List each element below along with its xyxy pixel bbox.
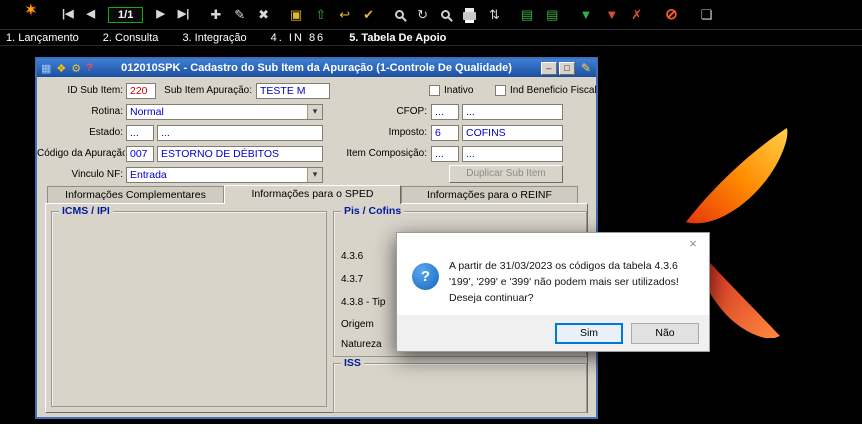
toolbar-export-grid-button[interactable]: ▤: [521, 8, 533, 21]
cfop-code-field[interactable]: ...: [431, 104, 459, 120]
icms-ipi-group-title: ICMS / IPI: [59, 205, 113, 217]
duplicar-sub-item-button: Duplicar Sub Item: [449, 165, 563, 183]
toolbar-print-button[interactable]: [462, 7, 476, 23]
toolbar-sort-button[interactable]: ⇅: [489, 8, 500, 21]
icms-ipi-group: [51, 211, 327, 407]
rotina-select[interactable]: Normal: [126, 104, 323, 120]
imposto-label: Imposto:: [388, 127, 427, 138]
dialog-message: A partir de 31/03/2023 os códigos da tab…: [449, 260, 679, 304]
preview-icon: [440, 10, 450, 19]
toolbar-refresh-button[interactable]: ↻: [417, 8, 428, 21]
id-sub-item-label: ID Sub Item:: [67, 85, 123, 96]
window-titlebar[interactable]: ▦ ❖ ⚙ ? 012010SPK - Cadastro do Sub Item…: [37, 59, 596, 77]
imposto-code-field[interactable]: 6: [431, 125, 459, 141]
pis-row-437-label: 4.3.7: [341, 274, 364, 285]
estado-code-field[interactable]: ...: [126, 125, 154, 141]
rotina-value: Normal: [130, 106, 164, 118]
id-sub-item-field[interactable]: 220: [126, 83, 156, 99]
imposto-desc-field[interactable]: COFINS: [462, 125, 563, 141]
edit-mode-icon[interactable]: ✎: [581, 61, 591, 75]
toolbar-exit-button[interactable]: ⊘: [665, 7, 678, 22]
app-logo-icon: ✶: [24, 2, 38, 19]
codigo-apuracao-desc-field[interactable]: ESTORNO DE DÉBITOS: [157, 146, 323, 162]
tab-informacoes-reinf[interactable]: Informações para o REINF: [401, 186, 578, 203]
toolbar-clear-filter-button[interactable]: ▼: [605, 8, 618, 21]
menu-bar: 1. Lançamento 2. Consulta 3. Integração …: [0, 30, 862, 46]
toolbar-add-button[interactable]: ✚: [210, 8, 221, 21]
item-composicao-code-field[interactable]: ...: [431, 146, 459, 162]
toolbar-post-button[interactable]: ⇧: [315, 8, 326, 21]
tab-informacoes-sped[interactable]: Informações para o SPED: [224, 185, 401, 204]
iss-group-title: ISS: [341, 357, 364, 369]
menu-item-lancamento[interactable]: 1. Lançamento: [6, 32, 79, 44]
estado-desc-field[interactable]: ...: [157, 125, 323, 141]
codigo-apuracao-label: Código da Apuração:: [37, 148, 125, 159]
window-controls: – □ ✎: [539, 61, 596, 75]
bottom-strip: [0, 424, 862, 432]
toolbar-first-record-button[interactable]: |◀: [62, 9, 74, 20]
toolbar-search-button[interactable]: [395, 10, 405, 19]
sub-item-apuracao-field[interactable]: TESTE M: [256, 83, 330, 99]
question-icon: ?: [412, 263, 439, 290]
toolbar-preview-button[interactable]: [440, 10, 450, 19]
toolbar-delete-button[interactable]: ✖: [258, 8, 269, 21]
codigo-apuracao-code-field[interactable]: 007: [126, 146, 154, 162]
item-composicao-label: Item Composição:: [346, 148, 427, 159]
vinculo-nf-value: Entrada: [130, 169, 167, 181]
pis-row-436-label: 4.3.6: [341, 251, 364, 262]
toolbar: ✶ |◀ ◀ 1/1 ▶ ▶| ✚ ✎ ✖ ▣ ⇧ ↩ ✔ ↻ ⇅ ▤ ▤ ▼ …: [0, 0, 862, 30]
toolbar-filter-button[interactable]: ▼: [579, 8, 592, 21]
pis-row-natureza-label: Natureza: [341, 339, 382, 350]
toolbar-clear-button[interactable]: ✗: [631, 8, 642, 21]
titlebar-icons: ▦ ❖ ⚙ ?: [37, 62, 93, 75]
inativo-label: Inativo: [444, 85, 474, 96]
grid-icon: ▦: [41, 62, 52, 75]
toolbar-export-sheet-button[interactable]: ▤: [546, 8, 558, 21]
toolbar-edit-button[interactable]: ✎: [234, 8, 245, 21]
menu-item-consulta[interactable]: 2. Consulta: [103, 32, 159, 44]
star-icon: ❖: [56, 62, 67, 75]
menu-item-integracao[interactable]: 3. Integração: [182, 32, 246, 44]
menu-item-in86[interactable]: 4. IN 86: [271, 32, 326, 44]
tab-informacoes-complementares[interactable]: Informações Complementares: [47, 186, 224, 203]
rotina-label: Rotina:: [91, 106, 123, 117]
pis-row-origem-label: Origem: [341, 319, 374, 330]
confirmation-dialog: × ? A partir de 31/03/2023 os códigos da…: [396, 232, 710, 352]
sim-button[interactable]: Sim: [555, 322, 623, 344]
vinculo-nf-label: Vinculo NF:: [71, 169, 123, 180]
sub-item-apuracao-label: Sub Item Apuração:: [164, 85, 252, 96]
printer-icon: [462, 7, 476, 23]
gear-icon[interactable]: ⚙: [71, 62, 81, 75]
nao-button[interactable]: Não: [631, 322, 699, 344]
estado-label: Estado:: [89, 127, 123, 138]
iss-group: [333, 363, 587, 413]
pis-cofins-group-title: Pis / Cofins: [341, 205, 405, 217]
toolbar-last-record-button[interactable]: ▶|: [178, 9, 190, 20]
search-icon: [395, 10, 405, 19]
toolbar-next-record-button[interactable]: ▶: [156, 9, 164, 20]
cfop-label: CFOP:: [396, 106, 427, 117]
cfop-desc-field[interactable]: ...: [462, 104, 563, 120]
toolbar-prev-record-button[interactable]: ◀: [87, 9, 95, 20]
ind-beneficio-fiscal-label: Ind Beneficio Fiscal: [510, 85, 597, 96]
dialog-close-icon[interactable]: ×: [679, 235, 707, 254]
record-counter: 1/1: [108, 6, 144, 23]
dialog-footer: Sim Não: [397, 315, 709, 351]
item-composicao-desc-field[interactable]: ...: [462, 146, 563, 162]
maximize-button[interactable]: □: [558, 61, 575, 75]
pis-row-438-label: 4.3.8 - Tip: [341, 297, 386, 308]
toolbar-save-button[interactable]: ▣: [290, 8, 302, 21]
minimize-button[interactable]: –: [540, 61, 557, 75]
window-title: 012010SPK - Cadastro do Sub Item da Apur…: [121, 62, 512, 74]
inativo-checkbox[interactable]: [429, 85, 440, 96]
toolbar-confirm-button[interactable]: ✔: [363, 8, 374, 21]
toolbar-window-button[interactable]: ❏: [701, 8, 713, 21]
menu-item-tabela-de-apoio[interactable]: 5. Tabela De Apoio: [349, 32, 446, 44]
ind-beneficio-fiscal-checkbox[interactable]: [495, 85, 506, 96]
help-icon[interactable]: ?: [86, 62, 93, 75]
toolbar-undo-button[interactable]: ↩: [339, 8, 350, 21]
vinculo-nf-select[interactable]: Entrada: [126, 167, 323, 183]
desktop: ✶ |◀ ◀ 1/1 ▶ ▶| ✚ ✎ ✖ ▣ ⇧ ↩ ✔ ↻ ⇅ ▤ ▤ ▼ …: [0, 0, 862, 432]
